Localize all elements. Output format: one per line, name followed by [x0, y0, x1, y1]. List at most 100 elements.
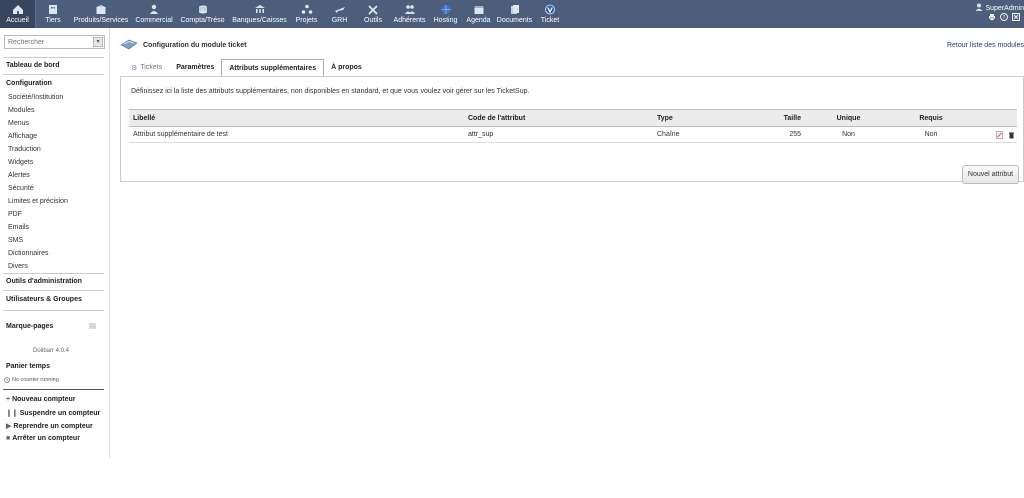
pause-counter-label: Suspendre un compteur [19, 409, 101, 417]
top-menu-item-outils[interactable]: Outils [356, 0, 390, 28]
new-attribute-button[interactable]: Nouvel attribut [962, 165, 1019, 184]
sidebar-dashboard[interactable]: Tableau de bord [6, 62, 60, 69]
col-actions-header [970, 109, 1017, 127]
sidebar-config-item[interactable]: Emails [8, 224, 29, 231]
svg-text:?: ? [1003, 15, 1006, 21]
stop-counter-link[interactable]: ■ Arrêter un compteur [6, 435, 80, 442]
top-menu-item-documents[interactable]: Documents [495, 0, 534, 28]
top-menu-label: Outils [364, 17, 382, 24]
tab-parameters[interactable]: Paramètres [169, 59, 221, 76]
col-size-header: Taille [765, 109, 805, 127]
bank-icon [253, 3, 267, 15]
sidebar-config-item[interactable]: Dictionnaires [8, 250, 48, 257]
pause-counter-link[interactable]: ❙❙ Suspendre un compteur [6, 409, 101, 418]
projects-icon [300, 3, 314, 15]
sidebar-config-item[interactable]: Widgets [8, 159, 33, 166]
sidebar-config-item[interactable]: PDF [8, 211, 22, 218]
person-icon [147, 3, 161, 15]
top-menu-item-commercial[interactable]: Commercial [132, 0, 176, 28]
top-menu-item-tiers[interactable]: Tiers [36, 0, 70, 28]
user-menu[interactable]: SuperAdmin [975, 3, 1024, 13]
documents-icon [508, 3, 522, 15]
attributes-table: Libellé Code de l'attribut Type Taille U… [129, 109, 1017, 143]
cell-type: Chaîne [653, 126, 765, 143]
top-menu-bar: Accueil Tiers Produits/Services Commercial C… [0, 0, 1024, 28]
globe-icon [439, 3, 453, 15]
sidebar-config-item[interactable]: Affichage [8, 133, 37, 140]
tools-icon [366, 3, 380, 15]
search-box[interactable]: ▾ [4, 35, 105, 49]
top-menu-label: Adhérents [393, 17, 426, 24]
back-to-modules-link[interactable]: Retour liste des modules [947, 42, 1024, 49]
top-menu-item-produits-services[interactable]: Produits/Services [70, 0, 132, 28]
top-menu-item-accueil[interactable]: Accueil [0, 0, 35, 28]
edit-icon[interactable] [996, 130, 1003, 139]
table-header-row: Libellé Code de l'attribut Type Taille U… [129, 109, 1017, 127]
top-menu-label: Agenda [466, 17, 491, 24]
delete-icon[interactable] [1008, 131, 1015, 139]
page-title: Configuration du module ticket [143, 42, 247, 49]
tab-extra-attributes[interactable]: Attributs supplémentaires [221, 59, 325, 77]
resume-counter-label: Reprendre un compteur [13, 422, 93, 430]
extra-attributes-panel: Définissez ici la liste des attributs su… [120, 76, 1024, 182]
top-menu-item-agenda[interactable]: Agenda [462, 0, 495, 28]
resume-counter-link[interactable]: ▶ Reprendre un compteur [6, 422, 93, 431]
top-menu-label: Ticket [540, 17, 560, 24]
panel-description: Définissez ici la liste des attributs su… [131, 88, 530, 95]
top-menu-item-projets[interactable]: Projets [290, 0, 323, 28]
divider [3, 389, 104, 390]
top-menu-label: Commercial [135, 17, 173, 24]
top-menu-item-compta-tr-so[interactable]: Compta/Tréso [176, 0, 229, 28]
sidebar-config-item[interactable]: Modules [8, 107, 34, 114]
top-menu-item-grh[interactable]: GRH [323, 0, 356, 28]
top-menu-label: Banques/Caisses [232, 17, 287, 24]
tab-tickets[interactable]: ⚙ Tickets [124, 59, 169, 76]
bookmark-list-icon[interactable] [89, 323, 96, 331]
sidebar-config-item[interactable]: Sécurité [8, 185, 34, 192]
sidebar-config-item[interactable]: Alertes [8, 172, 30, 179]
help-icon[interactable]: ? [1000, 13, 1008, 21]
sidebar-admin-tools[interactable]: Outils d'administration [6, 278, 82, 285]
chevron-down-icon[interactable]: ▾ [93, 37, 103, 47]
sidebar-config-item[interactable]: Société/Institution [8, 94, 63, 101]
col-required-header: Requis [888, 109, 970, 127]
building-icon [46, 3, 60, 15]
sidebar-configuration[interactable]: Configuration [6, 80, 52, 87]
tab-bar: ⚙ Tickets Paramètres Attributs supplémen… [124, 59, 369, 77]
top-menu-item-banques-caisses[interactable]: Banques/Caisses [229, 0, 290, 28]
user-name: SuperAdmin [985, 4, 1024, 12]
search-input[interactable] [5, 36, 93, 48]
top-menu-label: Accueil [6, 17, 29, 24]
sidebar-config-item[interactable]: SMS [8, 237, 23, 244]
sidebar-users-groups[interactable]: Utilisateurs & Groupes [6, 296, 82, 303]
members-icon [403, 3, 417, 15]
sidebar-config-item[interactable]: Divers [8, 263, 28, 270]
col-label-header: Libellé [129, 109, 464, 127]
sidebar-config-item[interactable]: Traduction [8, 146, 41, 153]
new-counter-link[interactable]: + Nouveau compteur [6, 396, 76, 403]
tab-about[interactable]: À propos [324, 59, 369, 76]
calendar-icon [472, 3, 486, 15]
top-menu-label: Tiers [45, 17, 61, 24]
sidebar-config-item[interactable]: Limites et précision [8, 198, 68, 205]
stop-icon: ■ [6, 435, 11, 442]
sidebar-bookmarks[interactable]: Marque-pages [6, 323, 53, 330]
top-menu-item-hosting[interactable]: Hosting [429, 0, 462, 28]
tab-tickets-label: Tickets [140, 64, 163, 71]
divider [3, 74, 104, 75]
top-menu-label: Produits/Services [73, 17, 129, 24]
ticket-icon [543, 3, 557, 15]
top-menu-item-ticket[interactable]: Ticket [534, 0, 566, 28]
print-icon[interactable] [988, 13, 996, 21]
cell-label: Attribut supplémentaire de test [129, 126, 464, 143]
main-content: Configuration du module ticket Retour li… [118, 28, 1024, 458]
version-label: Dolibarr 4.0.4 [33, 348, 70, 354]
cell-actions [970, 126, 1017, 143]
top-menu-label: Hosting [433, 17, 458, 24]
no-counter-label: No counter running [12, 377, 59, 383]
divider [3, 290, 104, 291]
sidebar-config-item[interactable]: Menus [8, 120, 29, 127]
col-unique-header: Unique [805, 109, 888, 127]
top-menu-item-adh-rents[interactable]: Adhérents [390, 0, 429, 28]
logout-icon[interactable] [1012, 13, 1020, 21]
